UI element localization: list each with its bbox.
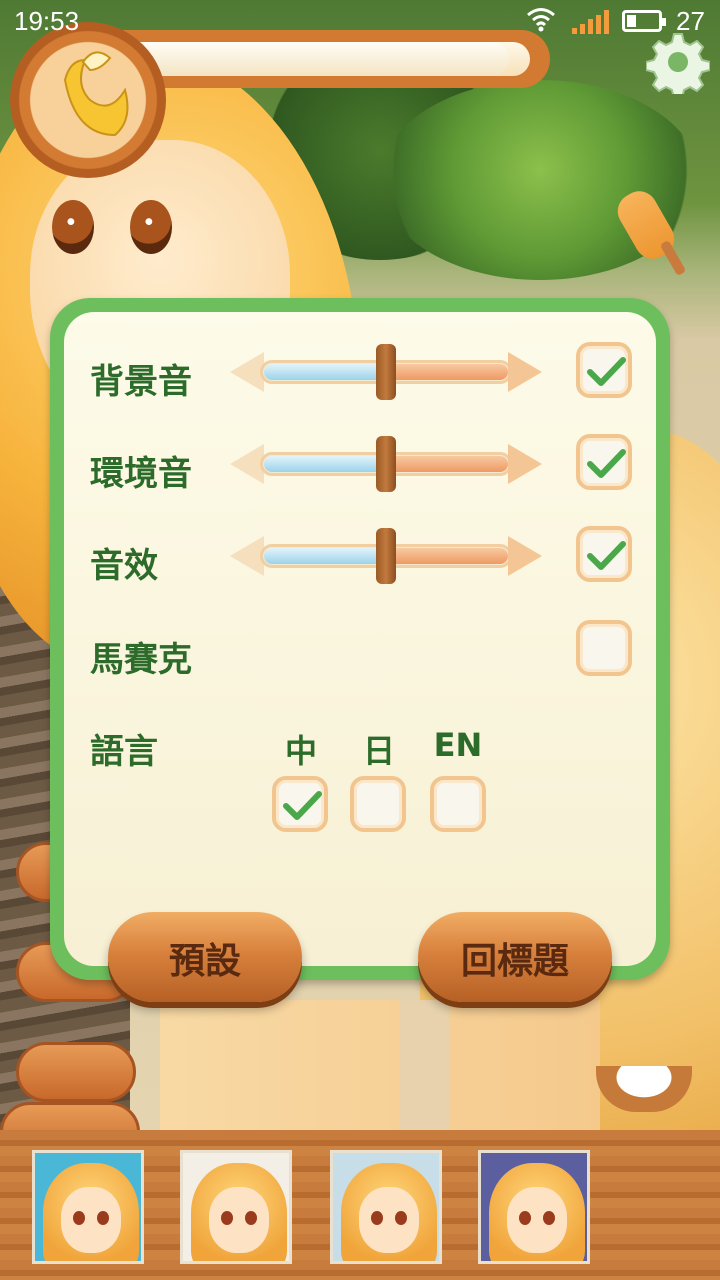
slider-remaining	[386, 364, 508, 380]
battery-level: 27	[676, 6, 705, 36]
thumb-eye	[395, 1211, 407, 1225]
slider-knob[interactable]	[376, 436, 396, 492]
status-bar: 19:53 27	[0, 0, 720, 44]
return-to-title-button-label: 回標題	[460, 941, 569, 982]
checkmark-icon	[587, 541, 626, 570]
language-zh-checkbox[interactable]	[272, 776, 328, 832]
bgm-label: 背景音	[90, 362, 192, 402]
slider-right-arrow-icon[interactable]	[508, 536, 542, 576]
language-label: 語言	[90, 732, 158, 772]
thumb-eye	[97, 1211, 109, 1225]
character-eye-left	[52, 200, 94, 254]
language-option-zh-label: 中	[284, 732, 317, 770]
checkmark-icon	[283, 791, 322, 820]
character-legs	[160, 1000, 600, 1130]
sfx-label: 音效	[90, 546, 158, 586]
character-thumb-3[interactable]	[330, 1150, 442, 1264]
slider-remaining	[386, 548, 508, 564]
character-thumb-4[interactable]	[478, 1150, 590, 1264]
slider-knob[interactable]	[376, 344, 396, 400]
return-to-title-button[interactable]: 回標題	[418, 912, 612, 1002]
slider-fill	[264, 364, 386, 380]
slider-fill	[264, 548, 386, 564]
slider-knob[interactable]	[376, 528, 396, 584]
language-option-en-label: EN	[433, 726, 483, 764]
mosaic-toggle-checkbox[interactable]	[576, 620, 632, 676]
mosaic-label: 馬賽克	[90, 640, 192, 680]
ambient-volume-slider[interactable]	[230, 436, 542, 492]
language-option-ja-label: 日	[362, 732, 395, 770]
slider-fill	[264, 456, 386, 472]
thumb-eye	[519, 1211, 531, 1225]
slider-left-arrow-icon[interactable]	[230, 536, 264, 576]
cell-signal-icon	[572, 10, 610, 34]
ambient-label: 環境音	[90, 454, 192, 494]
wifi-icon	[526, 6, 556, 39]
thumb-face	[61, 1187, 121, 1253]
slider-right-arrow-icon[interactable]	[508, 352, 542, 392]
thumb-face	[359, 1187, 419, 1253]
bgm-volume-slider[interactable]	[230, 344, 542, 400]
thumb-eye	[245, 1211, 257, 1225]
banana-icon	[55, 40, 135, 157]
leg-shadow	[400, 1000, 450, 1130]
character-thumb-2[interactable]	[180, 1150, 292, 1264]
status-time: 19:53	[14, 6, 80, 36]
character-eye-right	[130, 200, 172, 254]
affection-bar-fill	[100, 42, 509, 76]
character-thumb-1[interactable]	[32, 1150, 144, 1264]
sfx-volume-slider[interactable]	[230, 528, 542, 584]
ambient-toggle-checkbox[interactable]	[576, 434, 632, 490]
slider-left-arrow-icon[interactable]	[230, 352, 264, 392]
slider-left-arrow-icon[interactable]	[230, 444, 264, 484]
checkmark-icon	[587, 357, 626, 386]
thumb-eye	[221, 1211, 233, 1225]
thumb-eye	[371, 1211, 383, 1225]
battery-icon	[622, 10, 666, 32]
side-button-rotate[interactable]	[16, 1042, 136, 1102]
sfx-toggle-checkbox[interactable]	[576, 526, 632, 582]
language-en-checkbox[interactable]	[430, 776, 486, 832]
thumb-face	[507, 1187, 567, 1253]
thumb-eye	[543, 1211, 555, 1225]
slider-right-arrow-icon[interactable]	[508, 444, 542, 484]
thumb-eye	[73, 1211, 85, 1225]
default-settings-button[interactable]: 預設	[108, 912, 302, 1002]
language-ja-checkbox[interactable]	[350, 776, 406, 832]
default-settings-button-label: 預設	[168, 941, 241, 982]
bgm-toggle-checkbox[interactable]	[576, 342, 632, 398]
slider-remaining	[386, 456, 508, 472]
checkmark-icon	[587, 449, 626, 478]
thumb-face	[209, 1187, 269, 1253]
